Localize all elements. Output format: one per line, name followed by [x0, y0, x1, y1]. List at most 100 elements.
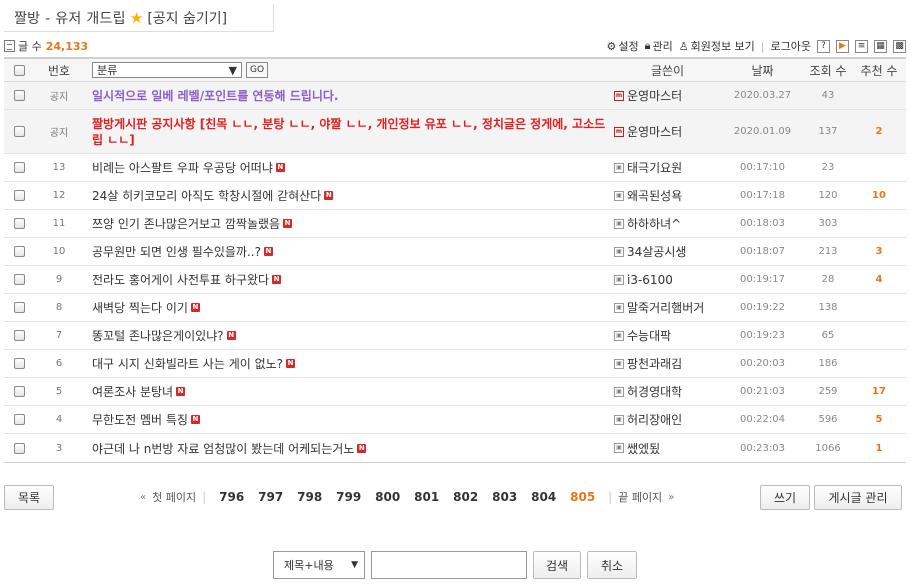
- last-page-link[interactable]: 끝 페이지: [618, 489, 662, 505]
- go-button[interactable]: GO: [246, 62, 269, 78]
- page-link[interactable]: 804: [524, 490, 563, 504]
- user-level-icon: ▣: [614, 162, 624, 173]
- board-title-bar: 짤방 - 유저 개드립 ★ [공지 숨기기]: [4, 4, 274, 32]
- author-name: 쌨엤됬: [627, 441, 661, 456]
- post-author[interactable]: ▣ 허경영대학: [614, 383, 721, 400]
- post-author[interactable]: ▣ 말죽거리햄버거: [614, 299, 721, 316]
- post-title[interactable]: 새벽당 찍는다 이기: [92, 299, 188, 316]
- post-title[interactable]: 무한도전 멤버 특징: [92, 411, 188, 428]
- row-checkbox[interactable]: [13, 386, 25, 397]
- table-row: 11 쯔양 인기 존나많은거보고 깜짝놀랬음 N ▣ 하하하녀^ 00:18:03 303: [4, 210, 906, 238]
- post-date: 00:17:18: [740, 190, 785, 201]
- header-date[interactable]: 날짜: [721, 62, 804, 79]
- table-row: 8 새벽당 찍는다 이기 N ▣ 말죽거리햄버거 00:19:22 138: [4, 294, 906, 322]
- page-link[interactable]: 803: [485, 490, 524, 504]
- divider: |: [202, 490, 207, 504]
- post-title[interactable]: 일시적으로 일베 레벨/포인트를 연동해 드립니다.: [92, 87, 338, 104]
- post-author[interactable]: m 운영마스터: [614, 87, 721, 104]
- post-author[interactable]: ▣ i3-6100: [614, 273, 721, 287]
- write-button[interactable]: 쓰기: [760, 484, 810, 510]
- manage-posts-button[interactable]: 게시글 관리: [814, 484, 902, 510]
- cancel-button[interactable]: 취소: [587, 551, 637, 579]
- post-author[interactable]: m 운영마스터: [614, 123, 721, 140]
- row-checkbox[interactable]: [13, 190, 25, 201]
- row-checkbox[interactable]: [13, 126, 25, 137]
- row-checkbox[interactable]: [13, 218, 25, 229]
- post-title[interactable]: 짤방게시판 공지사항 [친목 ㄴㄴ, 분탕 ㄴㄴ, 야짤 ㄴㄴ, 개인정보 유포…: [92, 116, 614, 148]
- post-author[interactable]: ▣ 하하하녀^: [614, 215, 721, 232]
- gallery-view-icon[interactable]: ▩: [893, 39, 906, 53]
- table-row: 13 비례는 아스팔트 우파 우공당 어떠냐 N ▣ 태극기요원 00:17:10 23: [4, 154, 906, 182]
- post-title[interactable]: 쯔양 인기 존나많은거보고 깜짝놀랬음: [92, 215, 280, 232]
- post-title[interactable]: 공무원만 되면 인생 필수있을까..?: [92, 243, 261, 260]
- page-link[interactable]: 797: [251, 490, 290, 504]
- row-checkbox[interactable]: [13, 90, 25, 101]
- page-link[interactable]: 796: [212, 490, 251, 504]
- row-checkbox[interactable]: [13, 246, 25, 257]
- page-link[interactable]: 798: [290, 490, 329, 504]
- page-link[interactable]: 799: [329, 490, 368, 504]
- page-link[interactable]: 802: [446, 490, 485, 504]
- board-title[interactable]: 짤방 - 유저 개드립: [14, 8, 126, 28]
- post-date: 00:19:22: [740, 302, 785, 313]
- post-date: 00:20:03: [740, 358, 785, 369]
- new-post-icon: N: [190, 303, 200, 312]
- header-author[interactable]: 글쓴이: [614, 62, 721, 79]
- post-author[interactable]: ▣ 수능대팍: [614, 327, 721, 344]
- row-number: 11: [52, 218, 66, 229]
- notice-row: 공지 일시적으로 일베 레벨/포인트를 연동해 드립니다. m 운영마스터 202…: [4, 82, 906, 110]
- rss-icon[interactable]: ▶: [836, 39, 849, 53]
- row-checkbox[interactable]: [13, 162, 25, 173]
- member-info-link[interactable]: ♙ 회원정보 보기: [679, 38, 755, 54]
- post-title[interactable]: 야근데 나 n번방 자료 엄청많이 봤는데 어케되는거노: [92, 440, 354, 457]
- table-row: 6 대구 시지 신화빌라트 사는 게이 없노? N ▣ 팡천과래김 00:20:03 186: [4, 350, 906, 378]
- post-title[interactable]: 대구 시지 신화빌라트 사는 게이 없노?: [92, 355, 283, 372]
- row-checkbox[interactable]: [13, 442, 25, 454]
- post-recommend: 4: [875, 274, 883, 285]
- manage-link[interactable]: 🔒︎ 관리: [645, 38, 673, 54]
- search-input[interactable]: [371, 551, 527, 579]
- post-author[interactable]: ▣ 태극기요원: [614, 159, 721, 176]
- post-author[interactable]: ▣ 팡천과래김: [614, 355, 721, 372]
- page-link[interactable]: 801: [407, 490, 446, 504]
- author-name: 왜곡된성욕: [627, 189, 683, 203]
- post-author[interactable]: ▣ 왜곡된성욕: [614, 187, 721, 204]
- row-checkbox[interactable]: [13, 274, 25, 285]
- post-views: 1066: [815, 442, 841, 454]
- post-author[interactable]: ▣ 쌨엤됬: [614, 440, 721, 457]
- page-link[interactable]: 800: [368, 490, 407, 504]
- logout-link[interactable]: 로그아웃: [771, 38, 811, 54]
- page-link[interactable]: 805: [563, 490, 602, 504]
- select-all-checkbox[interactable]: [13, 64, 25, 76]
- list-button[interactable]: 목록: [4, 484, 54, 510]
- post-author[interactable]: ▣ 허리장애인: [614, 411, 721, 428]
- row-checkbox[interactable]: [13, 302, 25, 313]
- post-title[interactable]: 여론조사 분탕녀: [92, 383, 173, 400]
- settings-link[interactable]: ⚙ 설정: [606, 38, 638, 54]
- header-number[interactable]: 번호: [34, 62, 84, 79]
- header-views[interactable]: 조회 수: [804, 62, 852, 79]
- author-name: 태극기요원: [627, 161, 683, 175]
- row-checkbox[interactable]: [13, 358, 25, 369]
- post-date: 00:21:03: [740, 386, 785, 397]
- list-view-icon[interactable]: ≡: [855, 39, 868, 53]
- row-checkbox[interactable]: [13, 330, 25, 341]
- post-title[interactable]: 전라도 홍어게이 사전투표 하구왔다: [92, 271, 269, 288]
- post-author[interactable]: ▣ 34살공시생: [614, 243, 721, 260]
- category-select[interactable]: 분류 ▼: [92, 62, 242, 78]
- star-icon[interactable]: ★: [130, 9, 143, 27]
- hide-notice-toggle[interactable]: [공지 숨기기]: [147, 8, 227, 28]
- search-bar: 제목+내용 ▼ 검색 취소: [273, 551, 637, 579]
- post-title[interactable]: 비례는 아스팔트 우파 우공당 어떠냐: [92, 159, 273, 176]
- search-button[interactable]: 검색: [533, 551, 581, 579]
- search-scope-select[interactable]: 제목+내용 ▼: [273, 551, 365, 579]
- first-page-link[interactable]: 첫 페이지: [152, 489, 196, 505]
- post-title[interactable]: 24살 히키코모리 아직도 학창시절에 갇혀산다: [92, 187, 321, 204]
- help-icon[interactable]: ?: [817, 39, 830, 53]
- new-post-icon: N: [357, 443, 367, 453]
- webzine-view-icon[interactable]: ▦: [874, 39, 887, 53]
- post-recommend: 17: [872, 386, 886, 397]
- row-checkbox[interactable]: [13, 414, 25, 425]
- header-recommend[interactable]: 추천 수: [852, 62, 906, 79]
- post-title[interactable]: 똥꼬털 존나많은게이있냐?: [92, 327, 224, 344]
